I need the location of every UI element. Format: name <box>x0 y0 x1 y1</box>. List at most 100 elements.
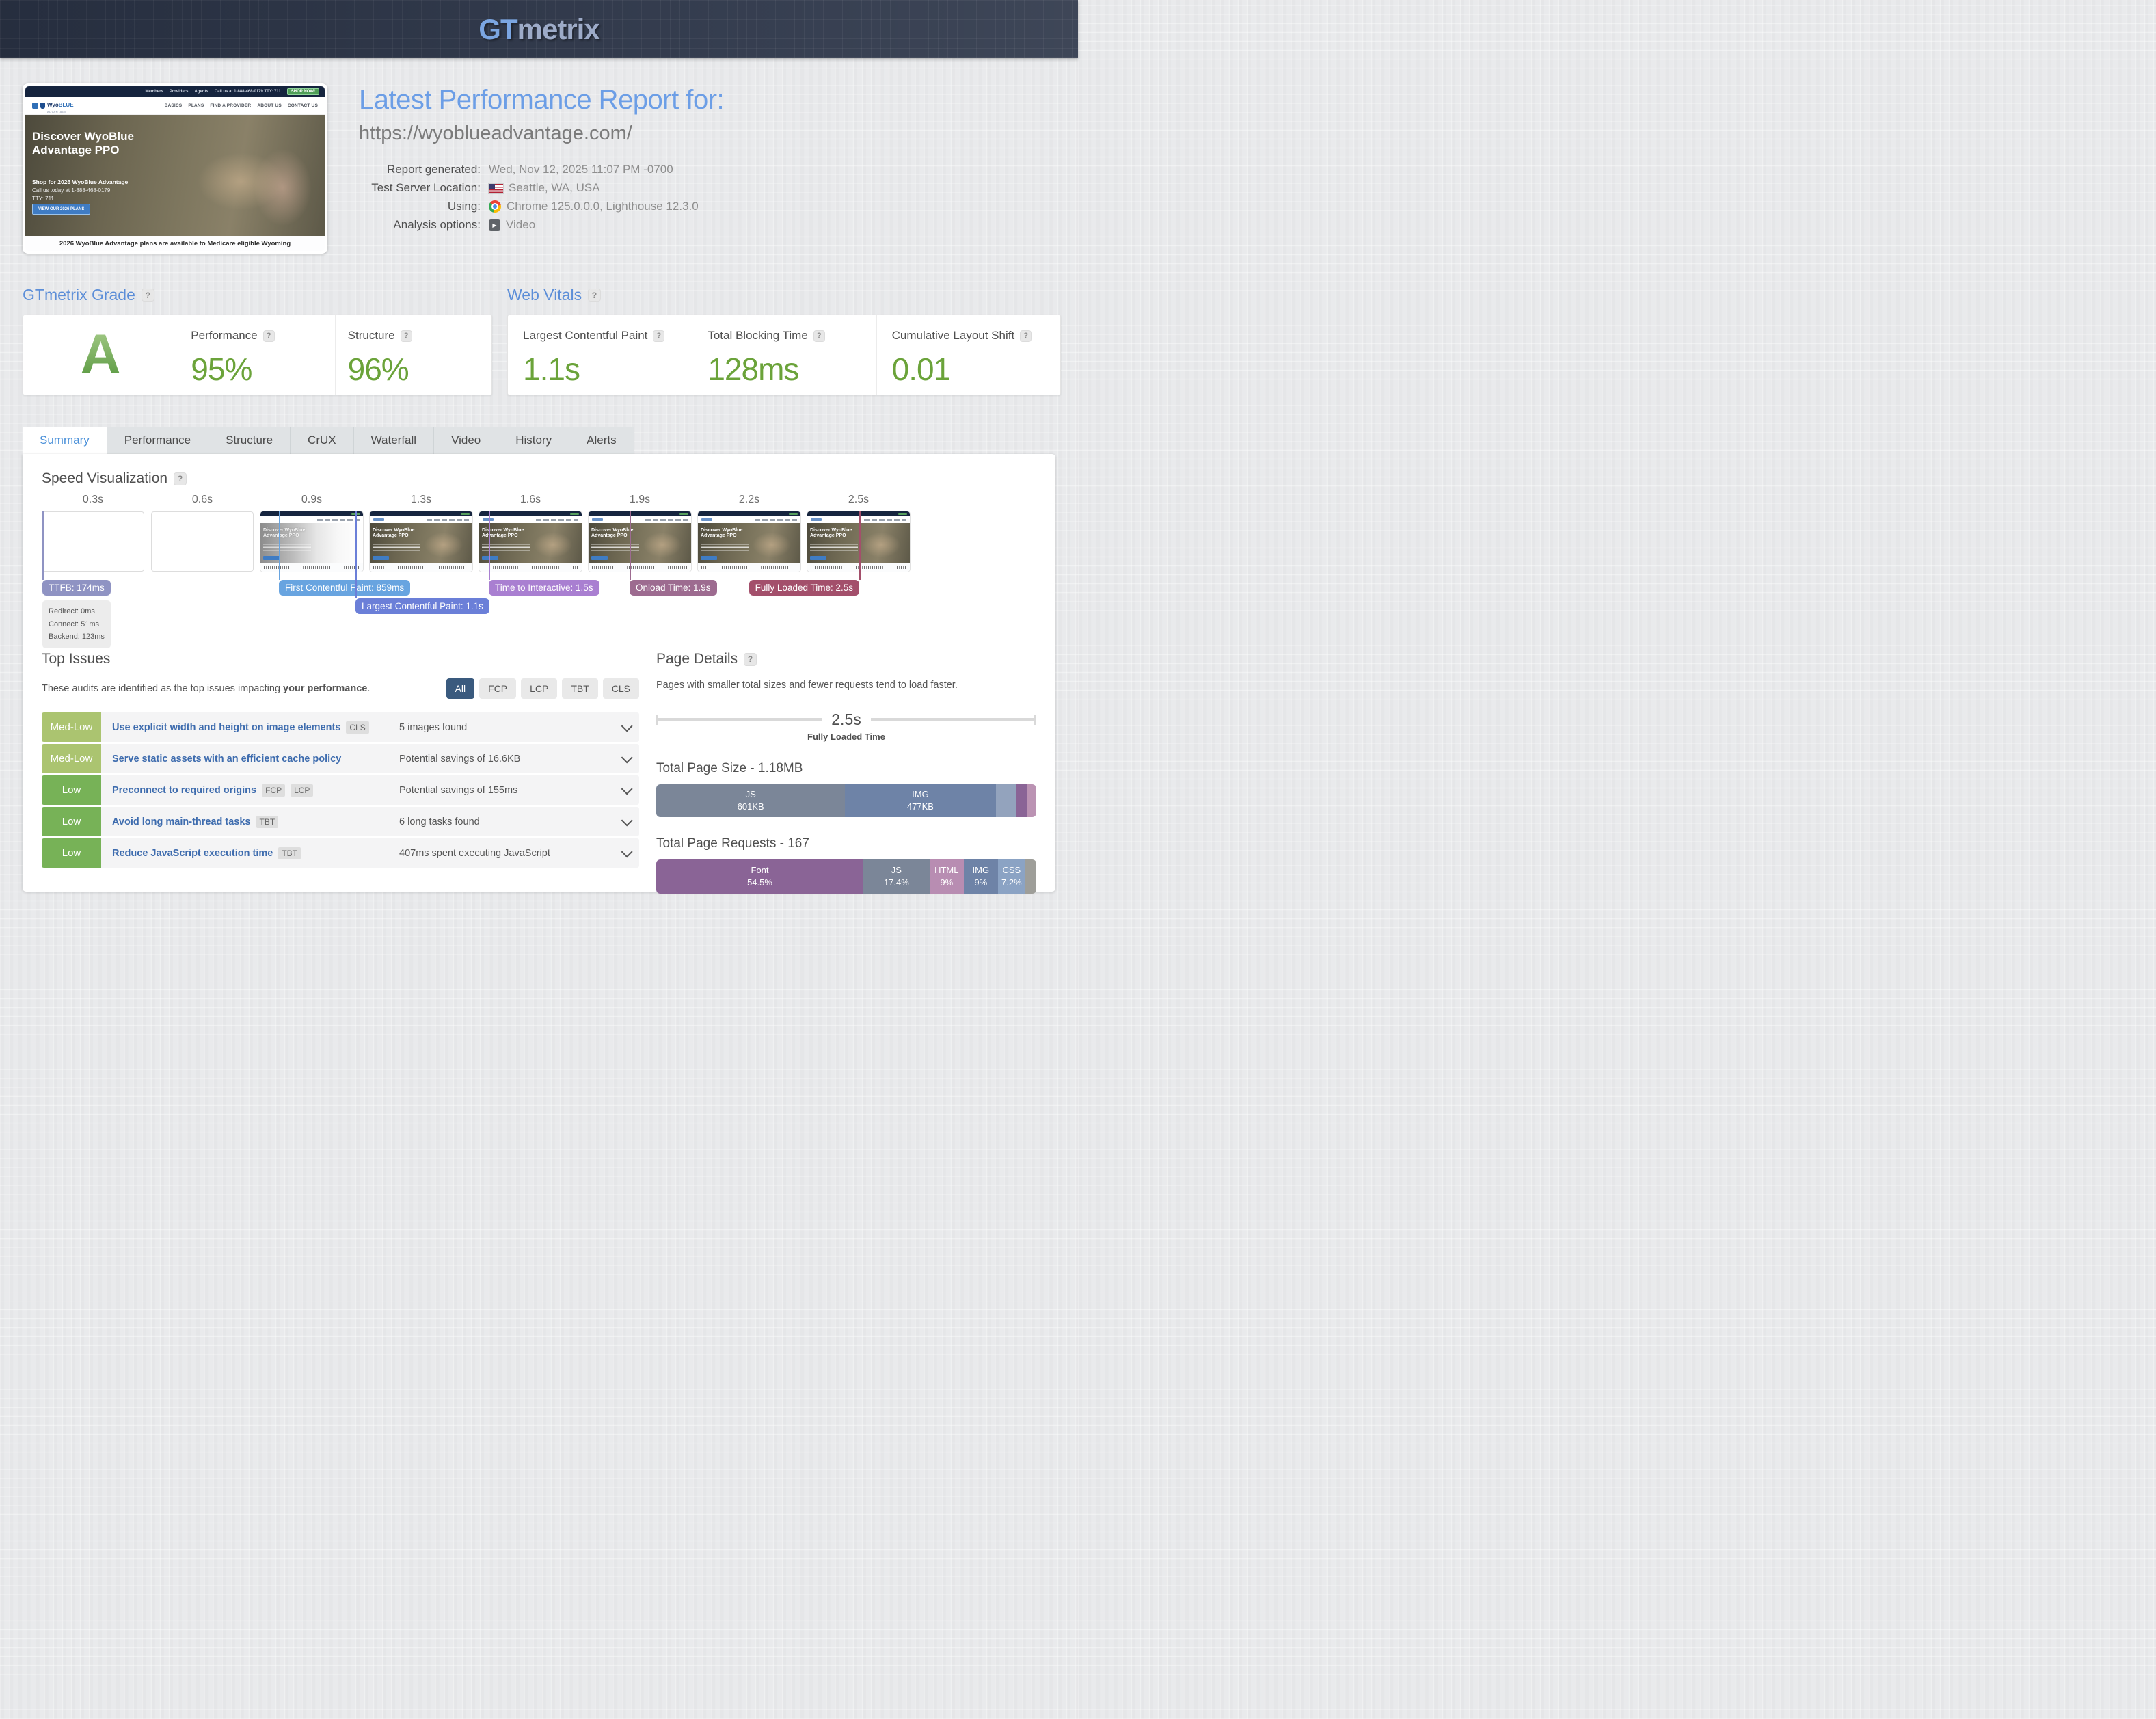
page-size-bar: JS601KB IMG477KB <box>656 784 1036 817</box>
filter-lcp-button[interactable]: LCP <box>521 678 557 699</box>
issue-title-area: Serve static assets with an efficient ca… <box>112 754 399 764</box>
thumb-topbar-item: Agents <box>194 90 208 94</box>
grade-letter: A <box>81 327 121 383</box>
issue-row[interactable]: LowAvoid long main-thread tasksTBT6 long… <box>42 807 639 836</box>
filter-all-button[interactable]: All <box>446 678 475 699</box>
blue-cross-icon <box>32 103 38 109</box>
web-vital-label-text: Cumulative Layout Shift <box>892 329 1015 343</box>
bar-segment-img: IMG477KB <box>845 784 995 817</box>
thumb-logo-accent: BLUE <box>59 102 74 108</box>
ruler-line <box>658 718 822 721</box>
ttfb-details: Redirect: 0msConnect: 51msBackend: 123ms <box>42 600 111 648</box>
frame-time-labels: 0.3s0.6s0.9s1.3s1.6s1.9s2.2s2.5s <box>42 494 910 511</box>
issue-title-area: Reduce JavaScript execution timeTBT <box>112 847 399 860</box>
thumb-logo-sub: ADVANTAGE <box>47 110 74 114</box>
filter-tbt-button[interactable]: TBT <box>562 678 597 699</box>
thumb-logo-text: Wyo <box>47 102 59 108</box>
help-icon[interactable]: ? <box>653 330 664 342</box>
report-field-text: Video <box>506 218 535 232</box>
tab-structure[interactable]: Structure <box>208 427 291 454</box>
segment-label: JS <box>746 788 756 801</box>
total-page-size-title: Total Page Size - 1.18MB <box>656 761 1036 776</box>
thumb-nav-item: CONTACT US <box>288 103 318 108</box>
help-icon[interactable]: ? <box>588 289 601 302</box>
frame-time-label: 2.5s <box>807 494 910 511</box>
report-field-label: Report generated: <box>359 163 489 176</box>
help-icon[interactable]: ? <box>263 330 275 342</box>
detail-line: Connect: 51ms <box>49 618 105 631</box>
thumb-navbar: WyoBLUE ADVANTAGE BASICS PLANS FIND A PR… <box>25 97 325 115</box>
tab-crux[interactable]: CrUX <box>291 427 354 454</box>
help-icon[interactable]: ? <box>744 653 757 666</box>
report-field-label: Analysis options: <box>359 218 489 232</box>
structure-value: 96% <box>348 351 485 388</box>
issue-row[interactable]: Med-LowServe static assets with an effic… <box>42 744 639 773</box>
thumb-nav-item: BASICS <box>165 103 183 108</box>
issue-title-link[interactable]: Reduce JavaScript execution time <box>112 848 273 859</box>
issue-row-body: Serve static assets with an efficient ca… <box>101 744 639 773</box>
section-headings: GTmetrix Grade ? Web Vitals ? <box>23 286 1055 315</box>
issue-tag-fcp: FCP <box>262 784 285 797</box>
issue-title-link[interactable]: Serve static assets with an efficient ca… <box>112 754 341 764</box>
report-field-row: Analysis options:▶Video <box>359 218 1055 232</box>
thumb-nav-item: PLANS <box>188 103 204 108</box>
tab-summary[interactable]: Summary <box>23 427 107 454</box>
thumb-topbar-item: Providers <box>170 90 189 94</box>
tab-video[interactable]: Video <box>434 427 498 454</box>
web-vital-metric: Cumulative Layout Shift?0.01 <box>876 315 1060 395</box>
issue-title-link[interactable]: Use explicit width and height on image e… <box>112 722 340 733</box>
segment-label: IMG <box>912 788 929 801</box>
page-details-heading-text: Page Details <box>656 651 738 667</box>
issue-row-body: Preconnect to required originsFCPLCPPote… <box>101 775 639 805</box>
web-vital-label: Cumulative Layout Shift? <box>892 329 1053 343</box>
report-field-row: Test Server Location:Seattle, WA, USA <box>359 181 1055 195</box>
help-icon[interactable]: ? <box>174 472 187 485</box>
segment-value: 601KB <box>738 801 764 813</box>
issue-title-area: Use explicit width and height on image e… <box>112 721 399 734</box>
issue-row[interactable]: LowPreconnect to required originsFCPLCPP… <box>42 775 639 805</box>
chevron-down-icon[interactable] <box>621 783 633 795</box>
tab-performance[interactable]: Performance <box>107 427 208 454</box>
tab-alerts[interactable]: Alerts <box>569 427 633 454</box>
report-field-row: Using:Chrome 125.0.0.0, Lighthouse 12.3.… <box>359 200 1055 213</box>
frame-time-label: 0.3s <box>42 494 144 511</box>
chevron-down-icon[interactable] <box>621 846 633 857</box>
thumb-shop-now-button: SHOP NOW! <box>287 88 319 95</box>
report-field-label: Using: <box>359 200 489 213</box>
total-page-requests-title: Total Page Requests - 167 <box>656 836 1036 851</box>
issue-title-link[interactable]: Avoid long main-thread tasks <box>112 816 251 827</box>
help-icon[interactable]: ? <box>813 330 825 342</box>
web-vitals-heading: Web Vitals ? <box>507 286 601 304</box>
thumb-hero-image: Discover WyoBlue Advantage PPO Shop for … <box>25 115 325 236</box>
filter-cls-button[interactable]: CLS <box>603 678 639 699</box>
gtmetrix-grade-heading: GTmetrix Grade ? <box>23 286 154 304</box>
issue-row-body: Use explicit width and height on image e… <box>101 712 639 742</box>
issue-row[interactable]: Med-LowUse explicit width and height on … <box>42 712 639 742</box>
help-icon[interactable]: ? <box>401 330 412 342</box>
web-vital-value: 1.1s <box>523 351 685 388</box>
page-details-description: Pages with smaller total sizes and fewer… <box>656 680 1036 691</box>
thumb-topbar: Members Providers Agents Call us at 1-88… <box>25 86 325 97</box>
help-icon[interactable]: ? <box>1020 330 1032 342</box>
web-vitals-heading-text: Web Vitals <box>507 286 582 304</box>
report-field-value: Seattle, WA, USA <box>489 181 600 195</box>
chevron-down-icon[interactable] <box>621 720 633 732</box>
top-issues-section: Top Issues These audits are identified a… <box>42 651 639 894</box>
gtmetrix-grade-heading-text: GTmetrix Grade <box>23 286 135 304</box>
filter-fcp-button[interactable]: FCP <box>479 678 516 699</box>
tab-history[interactable]: History <box>498 427 569 454</box>
help-icon[interactable]: ? <box>142 289 154 302</box>
timing-markers: TTFB: 174msRedirect: 0msConnect: 51msBac… <box>42 511 910 651</box>
report-field-text: Wed, Nov 12, 2025 11:07 PM -0700 <box>489 163 673 176</box>
tab-waterfall[interactable]: Waterfall <box>354 427 434 454</box>
issue-row[interactable]: LowReduce JavaScript execution timeTBT40… <box>42 838 639 868</box>
first-contentful-paint-badge: First Contentful Paint: 859ms <box>279 580 410 596</box>
chevron-down-icon[interactable] <box>621 751 633 763</box>
fully-loaded-time-label: Fully Loaded Time <box>656 732 1036 742</box>
bar-segment <box>996 784 1016 817</box>
fully-loaded-time-ruler: 2.5s <box>656 711 1036 728</box>
issue-title-link[interactable]: Preconnect to required origins <box>112 785 256 796</box>
bar-segment-html: HTML9% <box>930 860 964 894</box>
thumb-hero-line: Call us today at 1-888-468-0179 <box>32 187 110 194</box>
chevron-down-icon[interactable] <box>621 814 633 826</box>
